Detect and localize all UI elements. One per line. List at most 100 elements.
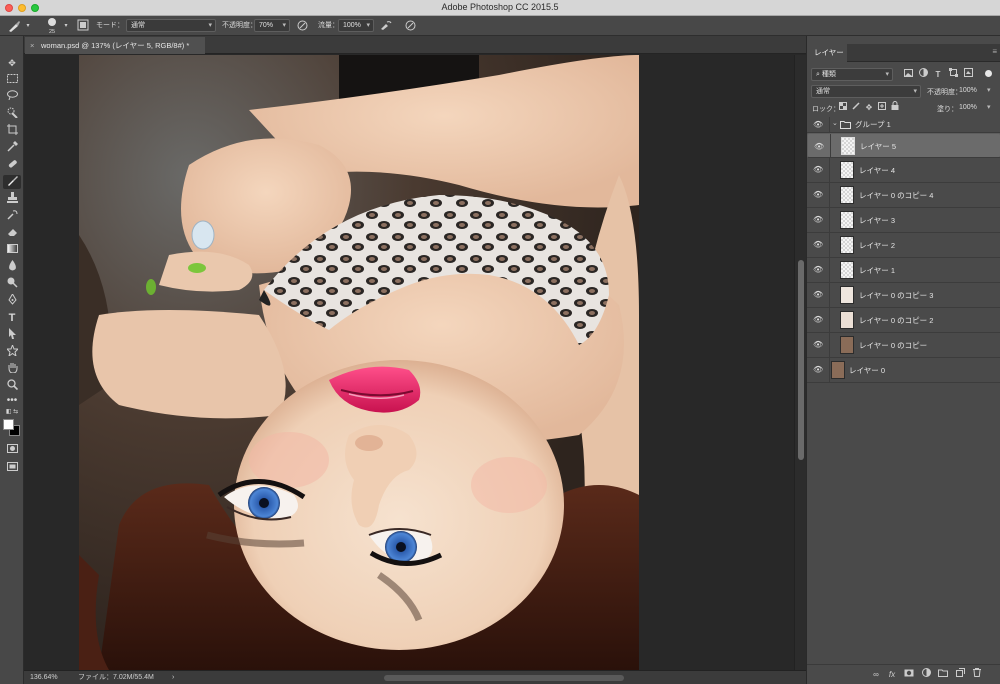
visibility-eye-icon[interactable]: 👁 [814,141,824,152]
visibility-eye-icon[interactable]: 👁 [813,120,823,129]
horizontal-scroll-thumb[interactable] [384,675,624,681]
filter-smart-object-icon[interactable] [961,68,975,82]
quick-mask-icon[interactable] [3,443,21,457]
hand-tool-icon[interactable] [3,362,21,376]
document-tab[interactable]: × woman.psd @ 137% (レイヤー 5, RGB/8#) * [25,37,205,54]
status-bar: 136.64% ファイル：7.02M/55.4M › [24,670,806,684]
move-tool-icon[interactable]: ✥ [3,56,21,70]
healing-brush-tool-icon[interactable] [3,158,21,172]
eyedropper-tool-icon[interactable] [3,141,21,155]
lock-artboard-icon[interactable] [875,101,889,115]
layer-name: レイヤー 0 [849,366,886,375]
zoom-level[interactable]: 136.64% [30,671,58,684]
opacity-input[interactable]: 70% ▾ [254,19,290,32]
search-icon: ⌕ [816,71,820,78]
visibility-eye-icon[interactable]: 👁 [813,315,823,324]
fill-value[interactable]: 100% [959,104,977,111]
panel-menu-icon[interactable]: ≡ [992,47,997,56]
add-mask-icon[interactable] [902,668,916,682]
chevron-down-icon: ▾ [208,22,212,29]
crop-tool-icon[interactable] [3,124,21,138]
chevron-down-icon[interactable]: ▾ [987,103,991,111]
airbrush-icon[interactable] [380,20,392,34]
layer-row[interactable]: 👁 レイヤー 1 [807,258,1000,283]
blend-row: 通常 ▾ 不透明度： 100% ▾ [807,83,1000,100]
brush-tool-preset-icon[interactable] [6,20,22,35]
lock-all-icon[interactable] [888,101,902,115]
filter-kind-select[interactable]: ⌕ 種類 ▾ [811,68,893,81]
lasso-tool-icon[interactable] [3,90,21,104]
path-selection-tool-icon[interactable] [3,328,21,342]
layer-row[interactable]: 👁 レイヤー 0 のコピー 2 [807,308,1000,333]
eraser-tool-icon[interactable] [3,226,21,240]
visibility-eye-icon[interactable]: 👁 [813,190,823,199]
layer-row[interactable]: 👁 レイヤー 0 のコピー [807,333,1000,358]
zoom-tool-icon[interactable] [3,379,21,393]
layers-tab[interactable]: レイヤー [807,44,847,62]
chevron-down-icon[interactable]: ▾ [24,20,32,32]
marquee-tool-icon[interactable] [3,73,21,87]
quick-selection-tool-icon[interactable] [3,107,21,121]
filter-adjustment-icon[interactable] [916,68,930,82]
new-layer-icon[interactable] [953,668,967,682]
vertical-scrollbar[interactable] [794,55,806,670]
clone-stamp-tool-icon[interactable] [3,192,21,206]
chevron-down-icon[interactable]: ▾ [987,86,991,94]
visibility-eye-icon[interactable]: 👁 [813,165,823,174]
visibility-eye-icon[interactable]: 👁 [813,215,823,224]
brush-tool-icon[interactable] [3,175,21,189]
chevron-down-icon[interactable]: ▾ [62,20,70,32]
layer-opacity-value[interactable]: 100% [959,87,977,94]
layer-row[interactable]: 👁 レイヤー 0 のコピー 4 [807,183,1000,208]
visibility-eye-icon[interactable]: 👁 [813,290,823,299]
visibility-eye-icon[interactable]: 👁 [813,365,823,374]
status-menu-arrow[interactable]: › [172,671,174,684]
new-adjustment-layer-icon[interactable] [919,668,933,682]
visibility-eye-icon[interactable]: 👁 [813,265,823,274]
dodge-tool-icon[interactable] [3,277,21,291]
pressure-opacity-icon[interactable] [296,20,308,34]
layer-row[interactable]: 👁 レイヤー 0 [807,358,1000,383]
lock-position-icon[interactable]: ✥ [862,101,876,115]
brush-panel-toggle-icon[interactable] [76,19,90,34]
layer-row[interactable]: 👁 レイヤー 5 [807,133,1000,159]
default-colors-icon[interactable]: ◧ ⇆ [3,408,21,416]
vertical-scroll-thumb[interactable] [798,260,804,460]
filter-toggle-icon[interactable] [985,70,992,77]
type-tool-icon[interactable]: T [3,311,21,325]
layer-row[interactable]: 👁 レイヤー 3 [807,208,1000,233]
blend-mode-select[interactable]: 通常 ▾ [811,85,921,98]
layer-group-row[interactable]: 👁 ⌄ グループ 1 [807,117,1000,133]
screen-mode-icon[interactable] [3,461,21,475]
history-brush-tool-icon[interactable] [3,209,21,223]
blur-tool-icon[interactable] [3,260,21,274]
document-tab-title: woman.psd @ 137% (レイヤー 5, RGB/8#) * [41,41,190,50]
filter-pixel-icon[interactable] [901,68,915,82]
layer-row[interactable]: 👁 レイヤー 2 [807,233,1000,258]
lock-image-pixels-icon[interactable] [849,101,863,115]
new-group-icon[interactable] [936,668,950,682]
filter-shape-icon[interactable] [946,68,960,82]
fill-label: 塗り： [937,106,958,113]
filter-type-icon[interactable]: T [931,68,945,82]
layer-row[interactable]: 👁 レイヤー 4 [807,158,1000,183]
delete-layer-icon[interactable] [970,668,984,682]
close-tab-icon[interactable]: × [30,37,34,54]
chevron-down-icon: ▾ [885,71,889,78]
visibility-eye-icon[interactable]: 👁 [813,340,823,349]
gradient-tool-icon[interactable] [3,243,21,257]
foreground-color-swatch[interactable] [3,419,14,430]
pen-tool-icon[interactable] [3,293,21,308]
lock-transparent-pixels-icon[interactable] [836,101,850,115]
chevron-down-icon[interactable]: ⌄ [832,119,838,127]
visibility-eye-icon[interactable]: 👁 [813,240,823,249]
mode-select[interactable]: 通常 ▾ [126,19,216,32]
pressure-size-icon[interactable] [404,20,416,34]
link-layers-icon[interactable]: ∞ [869,668,883,682]
layer-row[interactable]: 👁 レイヤー 0 のコピー 3 [807,283,1000,308]
layer-thumbnail [840,336,854,354]
layer-style-icon[interactable]: fx [885,668,899,682]
custom-shape-tool-icon[interactable] [3,343,21,359]
flow-input[interactable]: 100% ▾ [338,19,374,32]
document-canvas[interactable] [79,55,639,670]
